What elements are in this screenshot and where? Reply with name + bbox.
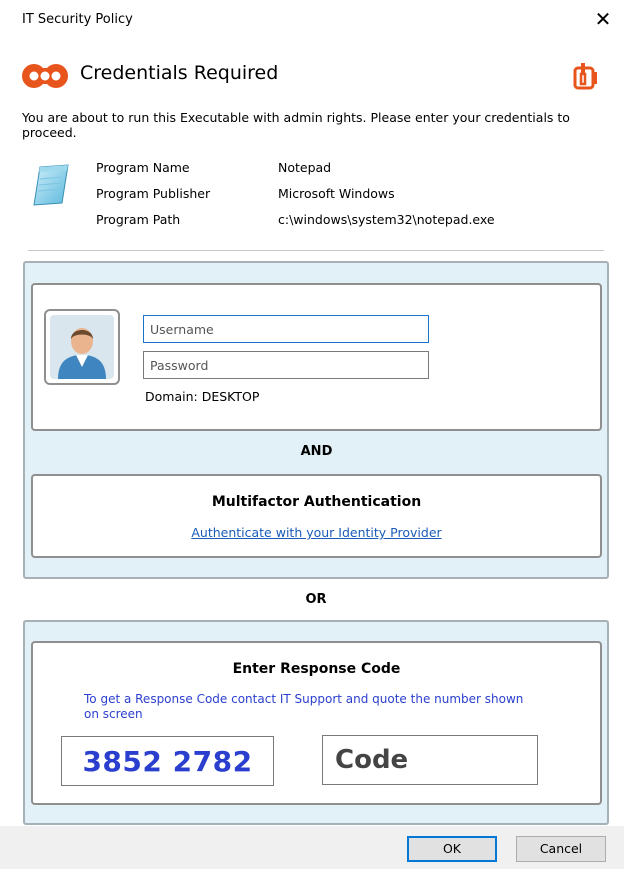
notepad-icon — [30, 163, 72, 211]
response-code-input[interactable] — [322, 735, 538, 785]
separator — [28, 250, 604, 251]
domain-label: Domain: DESKTOP — [145, 389, 260, 404]
mfa-link-row: Authenticate with your Identity Provider — [31, 522, 602, 541]
button-bar: OK Cancel — [0, 826, 624, 869]
mfa-card — [31, 474, 602, 558]
or-label: OR — [305, 592, 327, 607]
key-shield-icon — [22, 63, 68, 93]
description-text: You are about to run this Executable wit… — [22, 110, 570, 140]
program-publisher-label: Program Publisher — [96, 186, 211, 201]
challenge-code-box: 3852 2782 — [61, 736, 274, 786]
challenge-code: 3852 2782 — [82, 744, 253, 778]
user-avatar-icon — [50, 315, 114, 379]
dialog-heading: Credentials Required — [80, 62, 279, 84]
brand-logo-icon — [572, 60, 600, 96]
password-input[interactable] — [143, 351, 429, 379]
response-instructions: To get a Response Code contact IT Suppor… — [84, 692, 524, 721]
window-title: IT Security Policy — [22, 12, 133, 27]
and-label: AND — [300, 444, 333, 459]
identity-provider-link[interactable]: Authenticate with your Identity Provider — [191, 525, 441, 540]
ok-button[interactable]: OK — [407, 836, 497, 862]
response-title: Enter Response Code — [232, 661, 401, 677]
mfa-title: Multifactor Authentication — [211, 494, 422, 510]
program-name-value: Notepad — [278, 160, 332, 175]
title-bar: IT Security Policy ✕ — [0, 0, 624, 40]
program-path-label: Program Path — [96, 212, 181, 227]
program-name-label: Program Name — [96, 160, 190, 175]
program-publisher-value: Microsoft Windows — [278, 186, 395, 201]
close-button[interactable]: ✕ — [592, 6, 614, 32]
username-input[interactable] — [143, 315, 429, 343]
avatar — [44, 309, 120, 385]
program-path-value: c:\windows\system32\notepad.exe — [278, 212, 495, 227]
cancel-button[interactable]: Cancel — [516, 836, 606, 862]
